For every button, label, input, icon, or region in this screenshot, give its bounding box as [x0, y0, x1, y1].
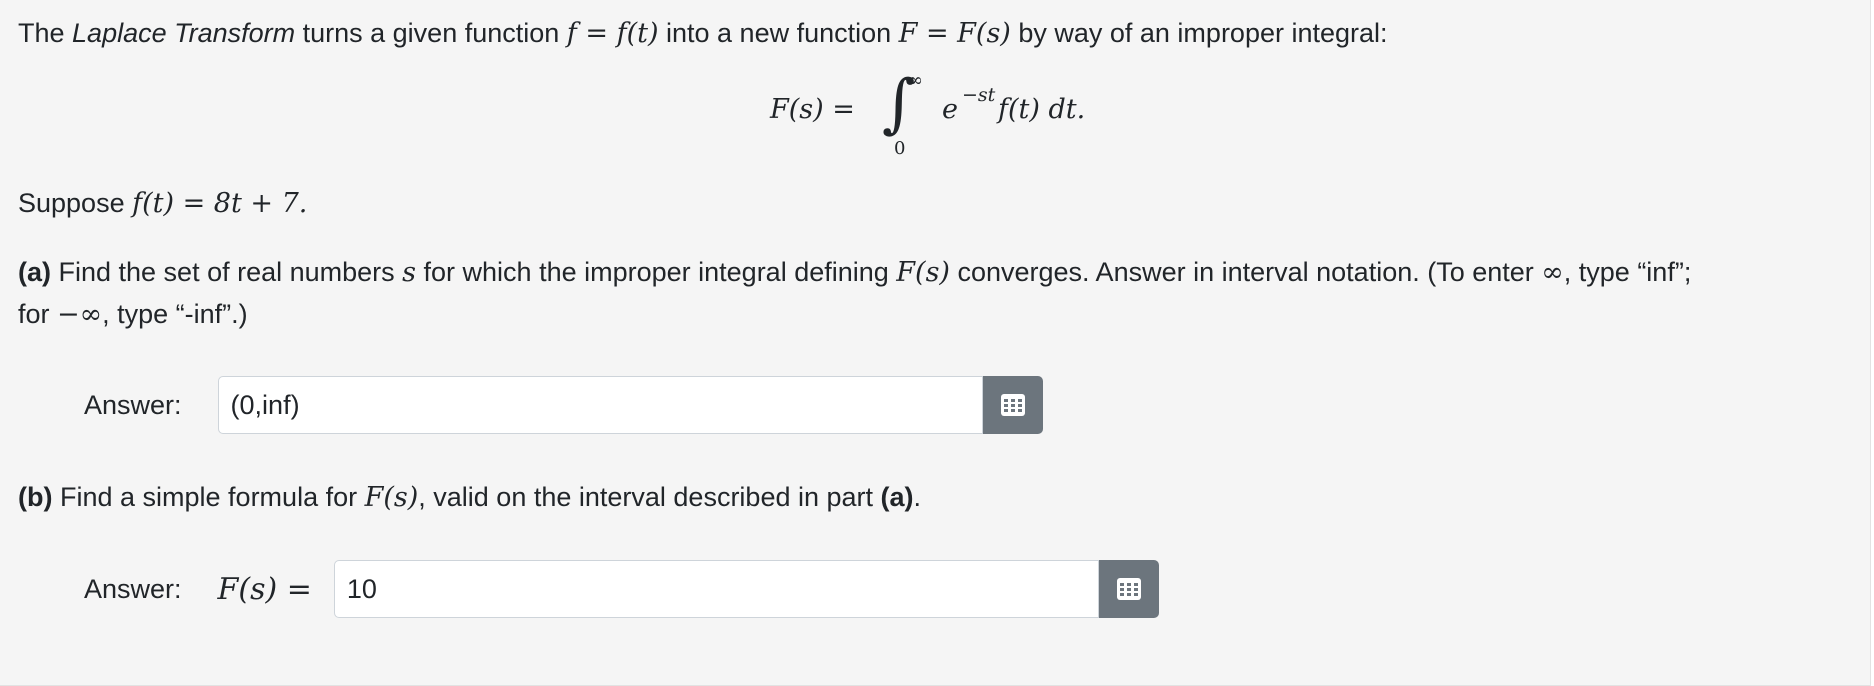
integral-upper-limit: ∞ [908, 70, 923, 91]
part-b-text: . [913, 482, 922, 512]
part-a-text: for which the improper integral defining [416, 257, 897, 287]
integrand-rest: f(t) dt. [998, 94, 1086, 125]
part-a-answer-row: Answer: [84, 375, 1043, 435]
part-a-answer-input[interactable] [217, 376, 983, 434]
math-f-eq-ft: f = f(t) [566, 18, 659, 49]
laplace-term: Laplace Transform [72, 18, 296, 48]
part-a-text: , type “inf”; [1563, 257, 1692, 287]
intro-sentence: The Laplace Transform turns a given func… [18, 12, 1388, 55]
intro-text: by way of an improper integral: [1010, 18, 1388, 48]
part-b-equation-editor-button[interactable] [1098, 560, 1159, 618]
part-a-equation-editor-button[interactable] [982, 376, 1043, 434]
math-neg-infinity: −∞ [57, 299, 103, 330]
math-f-definition: f(t) = 8t + 7. [132, 188, 308, 219]
problem-panel: The Laplace Transform turns a given func… [0, 0, 1871, 686]
math-infinity: ∞ [1541, 257, 1564, 288]
part-a-question-line2: for −∞, type “-inf”.) [18, 293, 248, 336]
part-b-text: , valid on the interval described in par… [418, 482, 881, 512]
integrand-e: e [942, 94, 958, 125]
part-b-answer-prefix: F(s) = [217, 571, 312, 607]
integrand-exponent: −st [962, 84, 996, 106]
part-b-answer-input[interactable] [333, 560, 1099, 618]
math-Fs: F(s) [896, 257, 950, 288]
part-b-question: (b) Find a simple formula for F(s), vali… [18, 476, 921, 519]
part-a-question-line1: (a) Find the set of real numbers s for w… [18, 251, 1691, 294]
part-a-text: for [18, 299, 58, 329]
intro-text: The [18, 18, 73, 48]
formula-lhs: F(s) = [770, 94, 855, 125]
suppose-sentence: Suppose f(t) = 8t + 7. [18, 182, 307, 225]
suppose-text: Suppose [18, 188, 133, 218]
part-a-answer-label: Answer: [84, 389, 182, 420]
intro-text: into a new function [658, 18, 899, 48]
grid-icon [1116, 578, 1141, 600]
part-b-label: (b) [18, 482, 53, 512]
intro-text: turns a given function [295, 18, 567, 48]
math-s: s [402, 257, 417, 288]
part-a-text: converges. Answer in interval notation. … [949, 257, 1542, 287]
math-Fs: F(s) [364, 482, 419, 513]
grid-icon [1000, 394, 1025, 416]
part-a-reference: (a) [880, 482, 914, 512]
part-a-label: (a) [18, 257, 51, 287]
part-a-text: , type “-inf”.) [102, 299, 248, 329]
part-b-text: Find a simple formula for [52, 482, 365, 512]
part-b-answer-label: Answer: [84, 573, 182, 604]
part-a-text: Find the set of real numbers [51, 257, 403, 287]
part-b-answer-row: Answer: F(s) = [84, 559, 1159, 619]
math-F-eq-Fs: F = F(s) [898, 18, 1011, 49]
integral-lower-limit: 0 [894, 138, 906, 159]
